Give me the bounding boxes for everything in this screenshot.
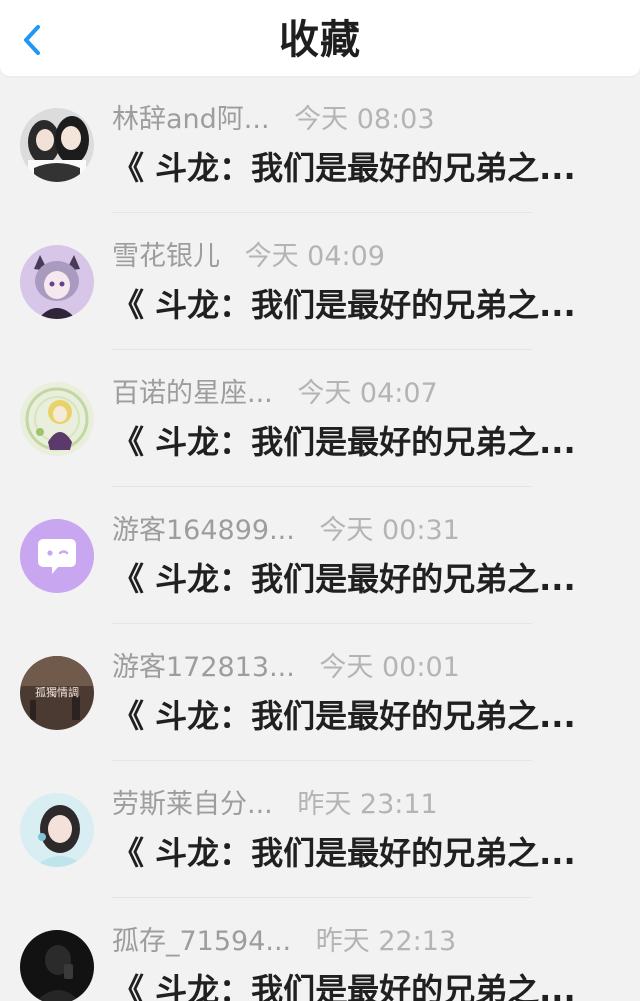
user-avatar[interactable] [20, 108, 94, 182]
user-name[interactable]: 林辞and阿... [112, 102, 270, 138]
avatar-two-girls-icon [20, 108, 94, 182]
avatar-cat-ear-girl-icon [20, 245, 94, 319]
avatar-caption: 孤獨情調 [35, 685, 79, 699]
page-title: 收藏 [279, 17, 361, 63]
list-item[interactable]: 孤存_71594... 昨天 22:13 《 斗龙：我们是最好的兄弟之... [0, 898, 640, 1001]
user-avatar[interactable] [20, 930, 94, 1001]
top-bar: 收藏 [0, 0, 640, 76]
timestamp: 今天 04:07 [297, 378, 438, 409]
user-name[interactable]: 游客164899... [112, 513, 295, 549]
timestamp: 昨天 22:13 [315, 926, 457, 957]
timestamp: 昨天 23:11 [297, 789, 438, 820]
favorites-list: 林辞and阿... 今天 08:03 《 斗龙：我们是最好的兄弟之... 雪花银… [0, 76, 640, 1001]
user-avatar[interactable]: 孤獨情調 [20, 656, 94, 730]
story-title: 《 斗龙：我们是最好的兄弟之... [112, 286, 576, 324]
item-meta: 百诺的星座... 今天 04:07 [112, 376, 438, 412]
user-name[interactable]: 孤存_71594... [112, 924, 291, 960]
user-name[interactable]: 游客172813... [112, 650, 295, 686]
avatar-dark-silhouette-icon [20, 930, 94, 1001]
timestamp: 今天 08:03 [294, 104, 435, 135]
avatar-anime-girl-green-icon [20, 382, 94, 456]
item-meta: 游客164899... 今天 00:31 [112, 513, 460, 549]
story-title: 《 斗龙：我们是最好的兄弟之... [112, 149, 576, 187]
item-meta: 林辞and阿... 今天 08:03 [112, 102, 435, 138]
user-name[interactable]: 劳斯莱自分... [112, 787, 273, 823]
item-meta: 孤存_71594... 昨天 22:13 [112, 924, 456, 960]
user-avatar[interactable] [20, 245, 94, 319]
avatar-text-image-icon: 孤獨情調 [20, 656, 94, 730]
list-item[interactable]: 劳斯莱自分... 昨天 23:11 《 斗龙：我们是最好的兄弟之... [0, 761, 640, 898]
list-item[interactable]: 林辞and阿... 今天 08:03 《 斗龙：我们是最好的兄弟之... [0, 76, 640, 213]
list-item[interactable]: 雪花银儿 今天 04:09 《 斗龙：我们是最好的兄弟之... [0, 213, 640, 350]
story-title: 《 斗龙：我们是最好的兄弟之... [112, 834, 576, 872]
chat-bubble-icon [20, 519, 94, 593]
user-avatar[interactable] [20, 793, 94, 867]
avatar-girl-portrait-icon [20, 793, 94, 867]
story-title: 《 斗龙：我们是最好的兄弟之... [112, 971, 576, 1001]
list-item[interactable]: 孤獨情調 游客172813... 今天 00:01 《 斗龙：我们是最好的兄弟之… [0, 624, 640, 761]
timestamp: 今天 04:09 [244, 241, 385, 272]
story-title: 《 斗龙：我们是最好的兄弟之... [112, 423, 576, 461]
story-title: 《 斗龙：我们是最好的兄弟之... [112, 560, 576, 598]
timestamp: 今天 00:31 [319, 515, 460, 546]
timestamp: 今天 00:01 [319, 652, 460, 683]
user-avatar[interactable] [20, 382, 94, 456]
user-avatar[interactable] [20, 519, 94, 593]
item-meta: 游客172813... 今天 00:01 [112, 650, 460, 686]
user-name[interactable]: 百诺的星座... [112, 376, 273, 412]
list-item[interactable]: 游客164899... 今天 00:31 《 斗龙：我们是最好的兄弟之... [0, 487, 640, 624]
item-meta: 雪花银儿 今天 04:09 [112, 239, 385, 275]
list-item[interactable]: 百诺的星座... 今天 04:07 《 斗龙：我们是最好的兄弟之... [0, 350, 640, 487]
item-meta: 劳斯莱自分... 昨天 23:11 [112, 787, 438, 823]
user-name[interactable]: 雪花银儿 [112, 239, 220, 275]
story-title: 《 斗龙：我们是最好的兄弟之... [112, 697, 576, 735]
